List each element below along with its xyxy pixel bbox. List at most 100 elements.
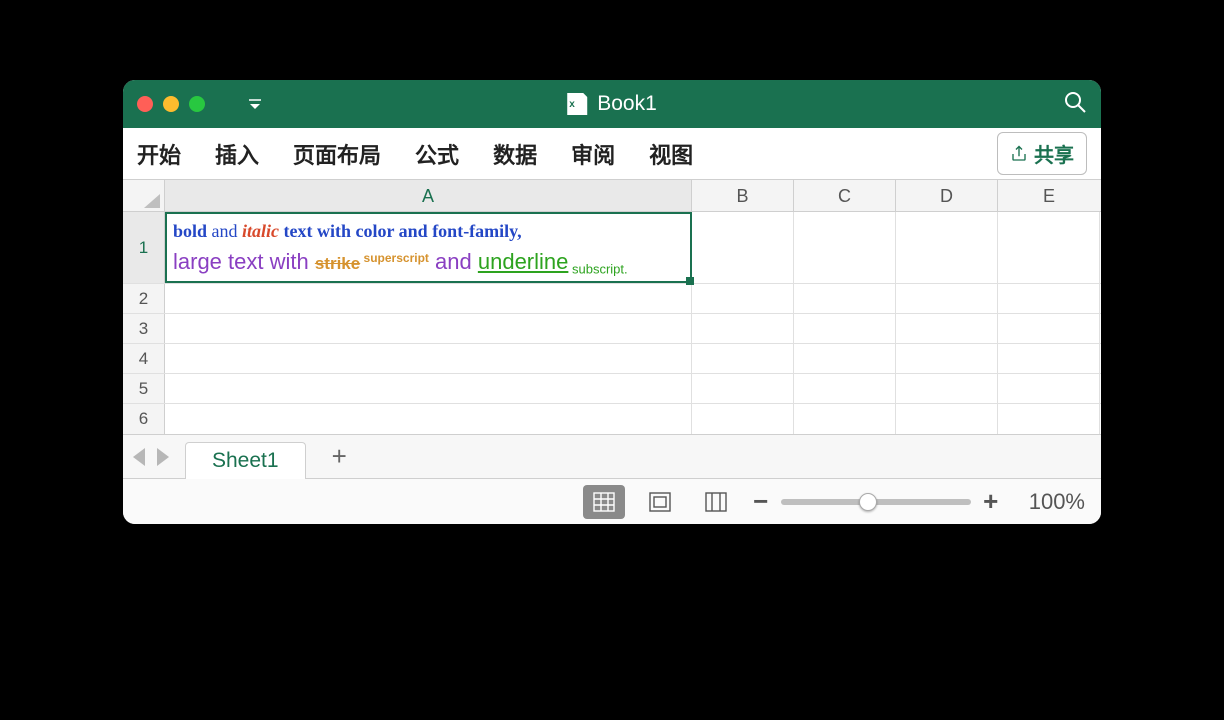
cell-c2[interactable] [794,284,896,313]
search-icon[interactable] [1063,90,1087,119]
cell-c6[interactable] [794,404,896,434]
row-2: 2 [123,284,1101,314]
cell-c1[interactable] [794,212,896,283]
cell-b1[interactable] [692,212,794,283]
view-page-layout-icon[interactable] [639,485,681,519]
share-label: 共享 [1034,139,1074,168]
cell-a4[interactable] [165,344,692,373]
row-header-4[interactable]: 4 [123,344,165,373]
cell-e4[interactable] [998,344,1100,373]
cell-b2[interactable] [692,284,794,313]
sheet-tab-1[interactable]: Sheet1 [185,442,306,479]
zoom-slider[interactable] [781,499,971,505]
fill-handle[interactable] [686,277,694,285]
cell-e1[interactable] [998,212,1100,283]
rich-underline: underline [478,249,569,274]
row-5: 5 [123,374,1101,404]
cell-d5[interactable] [896,374,998,403]
rich-rest1: text with color and font-family, [279,221,522,241]
rich-and1: and [207,221,242,241]
col-header-e[interactable]: E [998,180,1100,211]
window-controls [137,96,205,112]
rich-italic: italic [242,221,279,241]
col-header-a[interactable]: A [165,180,692,211]
tab-review[interactable]: 审阅 [571,138,615,170]
row-3: 3 [123,314,1101,344]
row-6: 6 [123,404,1101,434]
row-header-1[interactable]: 1 [123,212,165,283]
zoom-in-button[interactable]: + [981,486,1001,517]
cell-a5[interactable] [165,374,692,403]
cell-c3[interactable] [794,314,896,343]
app-window: x Book1 开始 插入 页面布局 公式 数据 审阅 视图 共享 A B C … [123,80,1101,524]
share-button[interactable]: 共享 [997,132,1087,175]
row-header-6[interactable]: 6 [123,404,165,434]
cell-d3[interactable] [896,314,998,343]
cell-d2[interactable] [896,284,998,313]
cell-a1-line1: bold and italic text with color and font… [173,218,684,245]
tab-formulas[interactable]: 公式 [415,138,459,170]
row-header-2[interactable]: 2 [123,284,165,313]
tab-page-layout[interactable]: 页面布局 [293,138,381,170]
add-sheet-button[interactable]: + [312,441,367,472]
rich-large: large text with [173,249,315,274]
tab-insert[interactable]: 插入 [215,138,259,170]
cell-d1[interactable] [896,212,998,283]
tab-view[interactable]: 视图 [649,138,693,170]
cell-b5[interactable] [692,374,794,403]
zoom-slider-thumb[interactable] [859,493,877,511]
col-header-c[interactable]: C [794,180,896,211]
rich-and2: and [429,249,478,274]
excel-file-icon: x [567,93,587,115]
tab-data[interactable]: 数据 [493,138,537,170]
zoom-out-button[interactable]: − [751,486,771,517]
titlebar: x Book1 [123,80,1101,128]
select-all-corner[interactable] [123,180,165,211]
quick-access-menu-icon[interactable] [245,97,265,111]
sheet-nav [133,448,169,466]
cell-b6[interactable] [692,404,794,434]
spreadsheet-grid: A B C D E 1 bold and italic text with co… [123,180,1101,434]
tab-home[interactable]: 开始 [137,138,181,170]
row-1: 1 bold and italic text with color and fo… [123,212,1101,284]
share-icon [1010,145,1028,163]
col-header-d[interactable]: D [896,180,998,211]
cell-e6[interactable] [998,404,1100,434]
cell-c5[interactable] [794,374,896,403]
view-page-break-icon[interactable] [695,485,737,519]
zoom-controls: − + [751,486,1001,517]
cell-a1-line2: large text with strike superscript and u… [173,245,684,279]
cell-b4[interactable] [692,344,794,373]
prev-sheet-icon[interactable] [133,448,145,466]
cell-a6[interactable] [165,404,692,434]
cell-d6[interactable] [896,404,998,434]
cell-d4[interactable] [896,344,998,373]
cell-a3[interactable] [165,314,692,343]
row-header-3[interactable]: 3 [123,314,165,343]
rows: 1 bold and italic text with color and fo… [123,212,1101,434]
cell-b3[interactable] [692,314,794,343]
rich-bold: bold [173,221,207,241]
ribbon-tabs: 开始 插入 页面布局 公式 数据 审阅 视图 共享 [123,128,1101,180]
view-normal-icon[interactable] [583,485,625,519]
sheet-tab-bar: Sheet1 + [123,434,1101,478]
rich-superscript: superscript [360,251,429,265]
maximize-icon[interactable] [189,96,205,112]
cell-c4[interactable] [794,344,896,373]
cell-e2[interactable] [998,284,1100,313]
cell-a2[interactable] [165,284,692,313]
cell-a1[interactable]: bold and italic text with color and font… [165,212,692,283]
minimize-icon[interactable] [163,96,179,112]
cell-e3[interactable] [998,314,1100,343]
rich-strike: strike [315,254,360,273]
col-header-b[interactable]: B [692,180,794,211]
status-bar: − + 100% [123,478,1101,524]
zoom-level[interactable]: 100% [1029,489,1085,515]
document-title: x Book1 [567,92,657,116]
next-sheet-icon[interactable] [157,448,169,466]
rich-subscript: subscript. [568,262,627,277]
close-icon[interactable] [137,96,153,112]
row-header-5[interactable]: 5 [123,374,165,403]
cell-e5[interactable] [998,374,1100,403]
title-text: Book1 [597,92,657,116]
